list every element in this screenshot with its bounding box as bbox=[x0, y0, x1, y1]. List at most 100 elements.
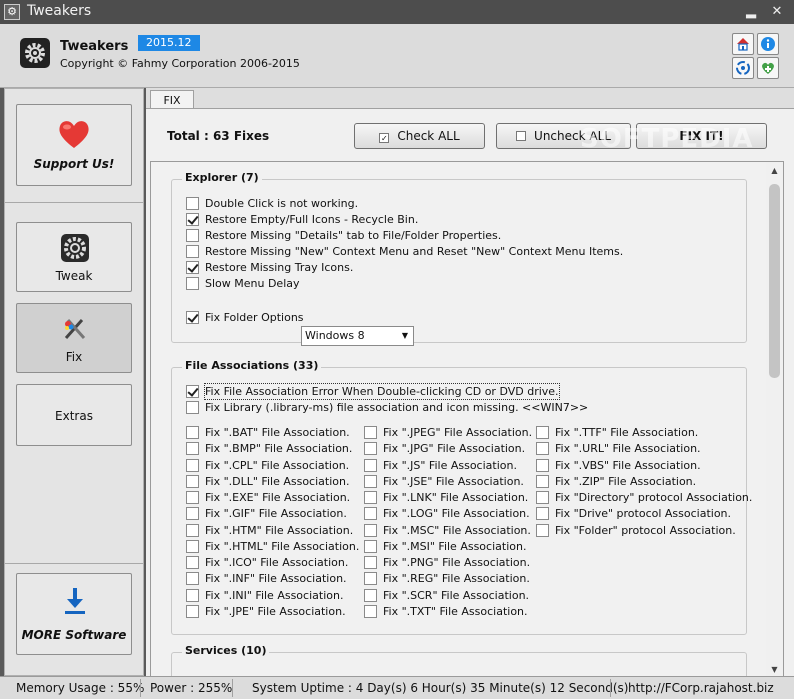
minimize-button[interactable]: ▂ bbox=[741, 3, 761, 21]
checkbox-box[interactable] bbox=[536, 507, 549, 521]
checkbox-box[interactable] bbox=[364, 491, 377, 504]
checkbox-label: Fix ".REG" File Association. bbox=[383, 572, 530, 586]
checkbox-box[interactable] bbox=[364, 442, 377, 456]
chevron-down-icon: ▼ bbox=[401, 331, 408, 340]
file-associations-group: File Associations (33) Fix File Associat… bbox=[171, 359, 752, 635]
vertical-scrollbar[interactable]: ▲ ▼ bbox=[766, 162, 783, 676]
checkbox-box[interactable] bbox=[364, 458, 377, 472]
checkbox-box[interactable] bbox=[186, 277, 199, 290]
checkbox-box[interactable] bbox=[186, 401, 199, 414]
checkbox-box[interactable] bbox=[186, 523, 199, 537]
favorite-button[interactable] bbox=[757, 57, 779, 79]
checkbox-label: Slow Menu Delay bbox=[205, 277, 300, 290]
checkbox-label: Restore Missing "Details" tab to File/Fo… bbox=[205, 229, 502, 242]
tools-icon bbox=[64, 319, 86, 339]
status-separator bbox=[610, 679, 611, 697]
status-bar: Memory Usage : 55% Power : 255% System U… bbox=[0, 676, 794, 699]
app-name: Tweakers bbox=[60, 39, 129, 54]
checkbox-box[interactable] bbox=[536, 491, 549, 504]
checkbox-label: Fix Library (.library-ms) file associati… bbox=[205, 401, 589, 414]
checkbox-box[interactable] bbox=[186, 458, 199, 472]
checkbox-box[interactable] bbox=[364, 523, 377, 537]
checkbox-box[interactable] bbox=[536, 442, 549, 456]
checkbox-box[interactable] bbox=[186, 588, 199, 602]
home-button[interactable] bbox=[732, 33, 754, 55]
checkbox-box[interactable] bbox=[186, 442, 199, 456]
heart-plus-icon bbox=[762, 62, 774, 74]
checkbox-box[interactable] bbox=[186, 426, 199, 439]
website-link[interactable]: http://FCorp.rajahost.biz bbox=[628, 681, 774, 695]
scroll-up-icon[interactable]: ▲ bbox=[766, 162, 783, 179]
checkbox-box[interactable] bbox=[186, 197, 199, 210]
checkbox-box[interactable] bbox=[186, 572, 199, 586]
checkbox-box[interactable] bbox=[186, 556, 199, 569]
checkbox-label: Fix ".LNK" File Association. bbox=[383, 491, 529, 504]
checkbox-box[interactable] bbox=[186, 385, 199, 398]
checkbox-box[interactable] bbox=[364, 474, 377, 488]
checkbox-box[interactable] bbox=[536, 426, 549, 439]
sidebar-item-tweak[interactable]: Tweak bbox=[16, 222, 132, 292]
explorer-group: Explorer (7) Double Click is not working… bbox=[171, 171, 747, 346]
checkbox-box[interactable] bbox=[186, 507, 199, 521]
checkbox-box[interactable] bbox=[186, 213, 199, 226]
support-us-button[interactable]: Support Us! bbox=[16, 104, 132, 186]
checkbox-box[interactable] bbox=[186, 491, 199, 504]
check-all-button[interactable]: ✓ Check ALL bbox=[354, 123, 485, 149]
checkbox-box[interactable] bbox=[364, 604, 377, 618]
tab-fix[interactable]: FIX bbox=[150, 90, 194, 110]
uncheck-all-button[interactable]: Uncheck ALL bbox=[496, 123, 631, 149]
sidebar: Support Us! Tweak Fix Extras MORE Softwa… bbox=[4, 88, 144, 676]
checkbox-mini-icon bbox=[516, 131, 527, 141]
checkbox-box[interactable] bbox=[364, 556, 377, 569]
checkbox-box[interactable] bbox=[186, 245, 199, 258]
checkbox-box[interactable] bbox=[186, 604, 199, 618]
explorer-group-title: Explorer (7) bbox=[182, 171, 262, 184]
app-icon[interactable]: ⚙ bbox=[4, 4, 20, 20]
fix-panel: Total : 63 Fixes ✓ Check ALL Uncheck ALL … bbox=[146, 108, 794, 677]
more-software-button[interactable]: MORE Software bbox=[16, 573, 132, 655]
close-button[interactable]: ✕ bbox=[767, 3, 787, 21]
checkbox-label: Fix ".DLL" File Association. bbox=[205, 474, 350, 488]
sidebar-divider bbox=[5, 563, 143, 564]
checkbox-label: Fix ".SCR" File Association. bbox=[383, 588, 530, 602]
checkbox-box[interactable] bbox=[186, 539, 199, 553]
checkbox-box[interactable] bbox=[186, 474, 199, 488]
checkbox-label: Fix ".LOG" File Association. bbox=[383, 507, 530, 521]
checkbox-box[interactable] bbox=[186, 261, 199, 274]
fix-it-button[interactable]: FIX IT! bbox=[636, 123, 767, 149]
settings-button[interactable] bbox=[732, 57, 754, 79]
checkbox-box[interactable] bbox=[364, 507, 377, 521]
fixes-scroll-area[interactable]: Explorer (7) Double Click is not working… bbox=[150, 161, 784, 677]
checkbox-box[interactable] bbox=[364, 572, 377, 586]
power-status: Power : 255% bbox=[150, 681, 233, 695]
checkbox-label: Fix ".INF" File Association. bbox=[205, 572, 347, 586]
checkbox-box[interactable] bbox=[364, 539, 377, 553]
gear-icon bbox=[61, 234, 89, 262]
info-button[interactable] bbox=[757, 33, 779, 55]
uncheck-all-label: Uncheck ALL bbox=[534, 129, 611, 143]
checkbox-label: Fix ".MSC" File Association. bbox=[383, 523, 531, 537]
checkbox-box[interactable] bbox=[536, 474, 549, 488]
checkbox-box[interactable] bbox=[186, 229, 199, 242]
checkbox-box[interactable] bbox=[186, 311, 199, 324]
checkbox-box[interactable] bbox=[536, 523, 549, 537]
checkbox-label: Fix File Association Error When Double-c… bbox=[204, 383, 560, 400]
checkbox-box[interactable] bbox=[364, 426, 377, 439]
system-uptime: System Uptime : 4 Day(s) 6 Hour(s) 35 Mi… bbox=[252, 681, 629, 695]
services-group-title: Services (10) bbox=[182, 644, 270, 657]
scroll-down-icon[interactable]: ▼ bbox=[766, 661, 783, 676]
folder-options-select[interactable]: Windows 8 ▼ bbox=[301, 326, 414, 346]
status-separator bbox=[140, 679, 141, 697]
sidebar-item-fix[interactable]: Fix bbox=[16, 303, 132, 373]
scroll-thumb[interactable] bbox=[769, 184, 780, 378]
checkbox-box[interactable] bbox=[536, 458, 549, 472]
checkbox-label: Fix ".EXE" File Association. bbox=[205, 491, 351, 504]
checkbox-label: Fix ".HTML" File Association. bbox=[205, 539, 360, 553]
checkbox-label: Fix ".PNG" File Association. bbox=[383, 556, 531, 569]
extras-label: Extras bbox=[55, 409, 93, 423]
checkbox-label: Fix ".HTM" File Association. bbox=[205, 523, 354, 537]
title-bar: ⚙ Tweakers ▂ ✕ bbox=[0, 0, 794, 24]
sidebar-item-extras[interactable]: Extras bbox=[16, 384, 132, 446]
main-area: FIX Total : 63 Fixes ✓ Check ALL Uncheck … bbox=[146, 88, 794, 677]
checkbox-box[interactable] bbox=[364, 588, 377, 602]
